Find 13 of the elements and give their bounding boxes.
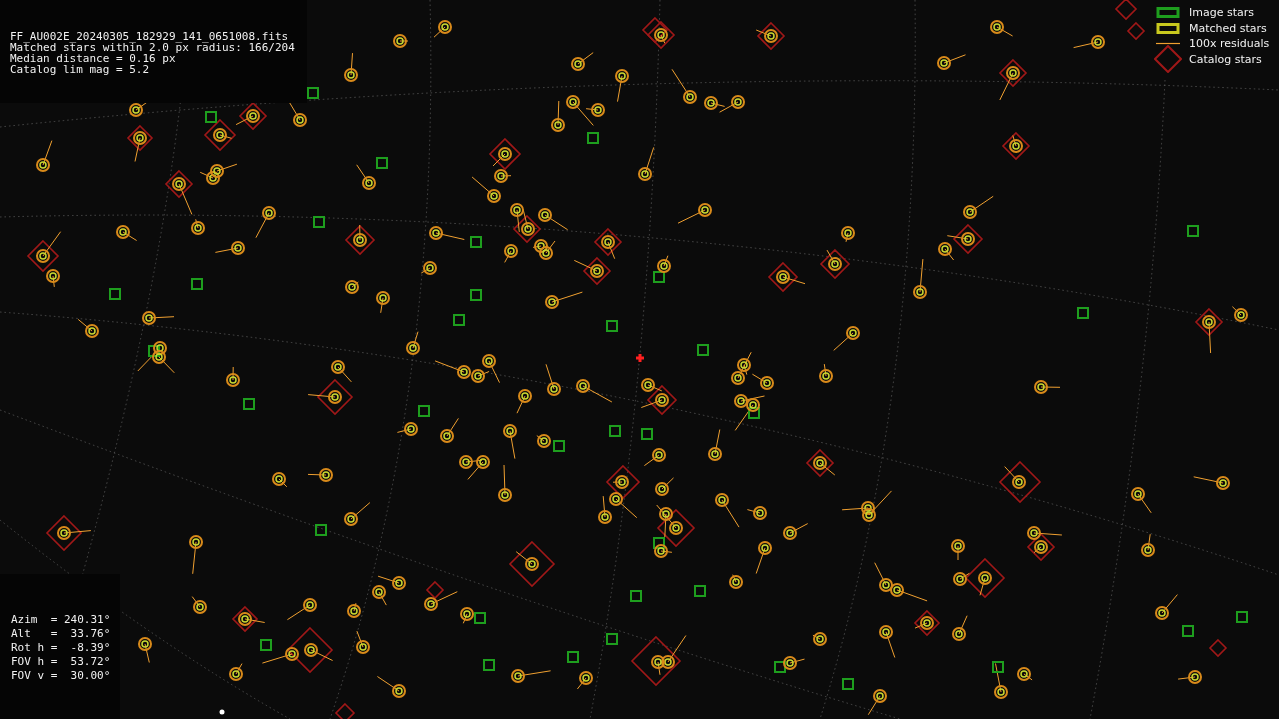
legend-label: Catalog stars	[1189, 52, 1262, 66]
pointing-text: Alt = 33.76°	[11, 627, 111, 641]
info-text: Median distance = 0.16 px	[10, 53, 176, 64]
pointing-text: FOV v = 30.00°	[11, 669, 111, 683]
pointing-text: Azim = 240.31°	[11, 613, 111, 627]
info-text: Catalog lim mag = 5.2	[10, 64, 150, 75]
legend-label: 100x residuals	[1189, 37, 1270, 51]
legend-label: Matched stars	[1189, 21, 1267, 35]
pointing-text: FOV h = 53.72°	[11, 655, 111, 669]
info-text: Matched stars within 2.0 px radius: 166/204	[10, 42, 295, 53]
info-text: FF_AU002E_20240305_182929_141_0651008.fits	[10, 31, 289, 42]
legend-label: Image stars	[1189, 6, 1254, 20]
pointing-text: Rot h = -8.39°	[11, 641, 111, 655]
